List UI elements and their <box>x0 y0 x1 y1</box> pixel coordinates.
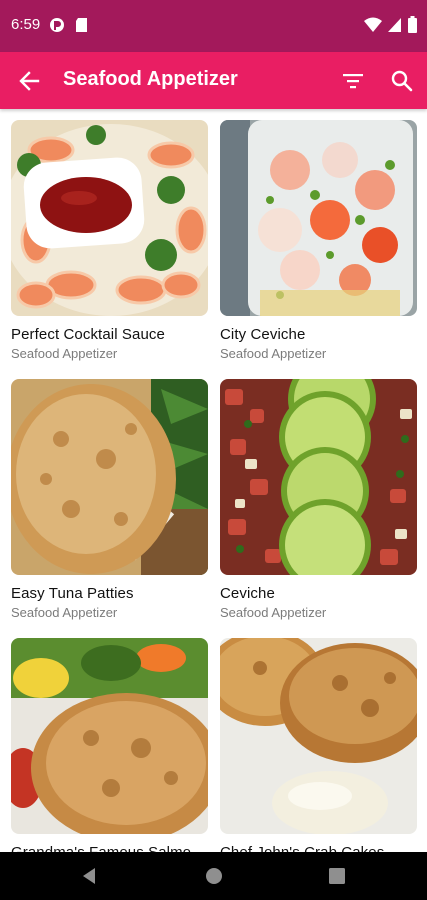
recipe-card[interactable]: Grandma's Famous Salmo <box>11 638 208 852</box>
recipe-image <box>220 638 417 834</box>
wifi-icon <box>364 17 382 32</box>
battery-icon <box>408 16 417 33</box>
recipe-title: Ceviche <box>220 585 275 602</box>
recipe-category: Seafood Appetizer <box>11 605 118 620</box>
recipe-card[interactable]: Perfect Cocktail Sauce Seafood Appetizer <box>11 120 208 361</box>
status-time: 6:59 <box>11 16 41 33</box>
nav-home-icon <box>206 868 222 884</box>
recipe-image <box>11 638 208 834</box>
recipe-card[interactable]: City Ceviche Seafood Appetizer <box>220 120 417 361</box>
nav-back-button[interactable] <box>80 867 98 890</box>
recipe-category: Seafood Appetizer <box>220 605 327 620</box>
search-icon <box>391 70 413 92</box>
status-bar: 6:59 <box>0 0 427 52</box>
recipe-image <box>220 120 417 316</box>
recipe-card[interactable]: Chef John's Crab Cakes <box>220 638 417 852</box>
nav-recents-icon <box>329 868 345 884</box>
recipe-card[interactable]: Easy Tuna Patties Seafood Appetizer <box>11 379 208 620</box>
recipe-title: Chef John's Crab Cakes <box>220 844 417 852</box>
status-left-icons <box>49 17 88 33</box>
recipe-title: City Ceviche <box>220 326 306 343</box>
page-title: Seafood Appetizer <box>63 68 238 90</box>
recipe-grid: Perfect Cocktail Sauce Seafood Appetizer <box>0 109 427 852</box>
recipe-title: Perfect Cocktail Sauce <box>11 326 165 343</box>
cell-signal-icon <box>388 17 401 32</box>
recipe-title: Easy Tuna Patties <box>11 585 134 602</box>
search-button[interactable] <box>389 68 415 94</box>
recipe-image <box>11 120 208 316</box>
filter-icon <box>343 74 363 89</box>
nav-home-button[interactable] <box>205 867 223 890</box>
nav-recents-button[interactable] <box>329 868 345 889</box>
back-button[interactable] <box>16 68 44 94</box>
recipe-card[interactable]: Ceviche Seafood Appetizer <box>220 379 417 620</box>
recipe-category: Seafood Appetizer <box>11 346 118 361</box>
recipe-category: Seafood Appetizer <box>220 346 327 361</box>
nav-back-icon <box>83 868 95 884</box>
status-right-icons <box>364 16 417 33</box>
recipe-image <box>220 379 417 575</box>
app-notification-icon <box>50 18 64 32</box>
app-bar: Seafood Appetizer <box>0 52 427 109</box>
back-arrow-icon <box>19 71 40 91</box>
sd-card-icon <box>76 18 87 32</box>
filter-button[interactable] <box>340 68 366 94</box>
system-nav-bar <box>0 852 427 900</box>
recipe-title: Grandma's Famous Salmo <box>11 844 208 852</box>
recipe-image <box>11 379 208 575</box>
